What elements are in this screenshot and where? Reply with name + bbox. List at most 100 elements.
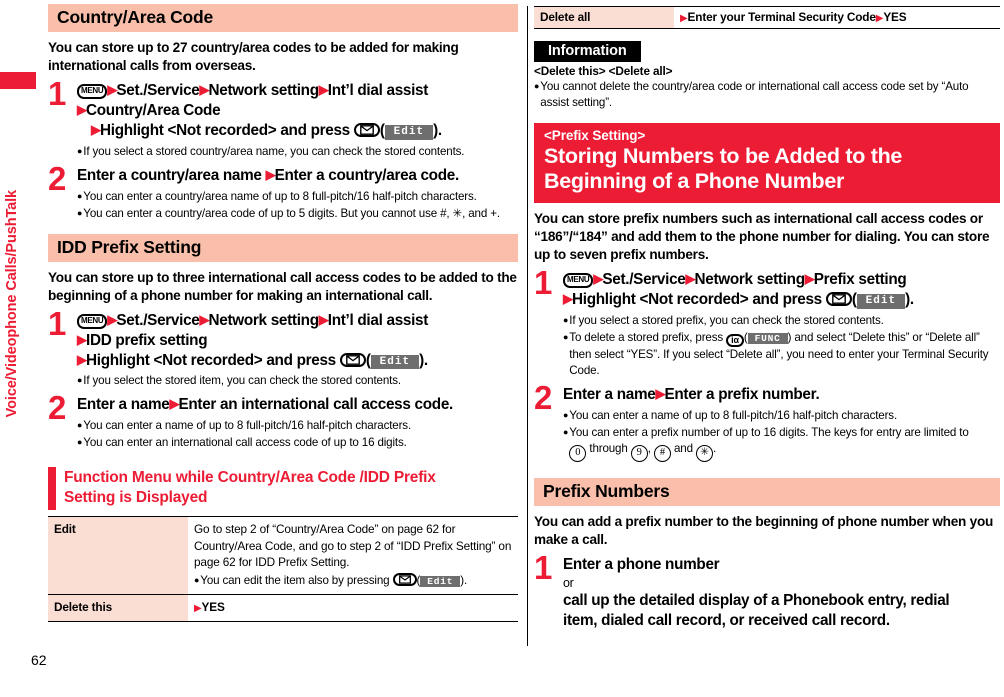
menu-path-network-setting: Network setting — [208, 82, 320, 100]
note-item: ● You can enter an international call acc… — [77, 435, 518, 451]
row-body-text: Go to step 2 of “Country/Area Code” on p… — [194, 521, 512, 570]
i-alpha-key-icon: iα — [726, 333, 744, 347]
step-instruction: Enter a name▶Enter a prefix number. — [563, 385, 1000, 405]
section-heading-prefix-numbers: Prefix Numbers — [534, 477, 1000, 506]
note-item: ● You can enter a country/area name of up… — [77, 189, 518, 205]
step-notes: ● You can enter a name of up to 8 full-pi… — [77, 418, 518, 451]
arrow-icon: ▶ — [318, 311, 329, 327]
note-text: If you select the stored item, you can c… — [83, 374, 401, 388]
note-item: ● You can edit the item also by pressing… — [194, 573, 512, 589]
heading-line-1: Function Menu while Country/Area Code /I… — [64, 469, 436, 487]
step-number: 2 — [48, 389, 67, 427]
step-2-idd-prefix: 2 Enter a name▶Enter an international ca… — [48, 391, 518, 451]
step-notes: ● You can enter a country/area name of up… — [77, 189, 518, 222]
step-instruction: Enter a phone number or call up the deta… — [563, 555, 1000, 631]
note-text: If you select a stored country/area name… — [83, 144, 465, 158]
column-divider — [527, 6, 528, 646]
key-0-icon: 0 — [569, 444, 587, 462]
softkey-func[interactable]: FUNC — [747, 332, 788, 345]
table-row: Delete all ▶Enter your Terminal Security… — [534, 6, 1000, 29]
row-label: Delete this — [48, 594, 188, 623]
right-column: Delete all ▶Enter your Terminal Security… — [534, 4, 1000, 631]
menu-path-set-service: Set./Service — [116, 82, 200, 100]
step-2-country-area-code: 2 Enter a country/area name ▶Enter a cou… — [48, 162, 518, 222]
note-item: ● You can enter a country/area code of up… — [77, 206, 518, 222]
softkey-edit[interactable]: Edit — [384, 124, 434, 140]
arrow-icon: ▶ — [77, 351, 87, 367]
step-highlight-instruction: Highlight <Not recorded> and press — [100, 121, 350, 139]
step-instruction: Enter a country/area name ▶Enter a count… — [77, 166, 518, 186]
softkey-edit[interactable]: Edit — [420, 576, 461, 588]
step-number: 1 — [534, 264, 553, 302]
function-menu-heading-text: Function Menu while Country/Area Code /I… — [64, 467, 436, 510]
mail-key-icon — [353, 122, 380, 137]
menu-path-idd-prefix-setting: IDD prefix setting — [86, 331, 208, 349]
key-9-icon: 9 — [630, 444, 648, 462]
softkey-edit[interactable]: Edit — [370, 354, 420, 370]
bullet-icon: ● — [77, 437, 83, 448]
bullet-icon: ● — [563, 314, 569, 325]
note-item: ● If you select a stored prefix, you can … — [563, 313, 1000, 329]
menu-path-network-setting: Network setting — [208, 311, 320, 329]
arrow-icon: ▶ — [804, 271, 815, 287]
row-label: Edit — [48, 515, 188, 596]
arrow-icon: ▶ — [199, 311, 210, 327]
left-column: Country/Area Code You can store up to 27… — [48, 4, 518, 623]
step-number: 1 — [48, 304, 67, 342]
step-1-idd-prefix: 1 MENU ▶Set./Service▶Network setting▶Int’… — [48, 307, 518, 390]
note-item: ● You can enter a prefix number of up to… — [563, 425, 1000, 462]
note-prefix: You can edit the item also by pressing — [200, 574, 390, 588]
step2-enter-prefix-number: Enter a prefix number. — [664, 385, 820, 403]
call-up-line-2: item, dialed call record, or received ca… — [563, 611, 890, 629]
note-text: You can enter a prefix number of up to 1… — [569, 425, 1000, 462]
information-heading: Information — [534, 41, 641, 62]
arrow-icon: ▶ — [685, 271, 696, 287]
menu-key-icon: MENU — [77, 84, 108, 100]
note-item: ● If you select a stored country/area nam… — [77, 144, 518, 160]
arrow-icon: ▶ — [563, 290, 573, 306]
note-item: ● You can enter a name of up to 8 full-pi… — [77, 418, 518, 434]
bullet-icon: ● — [563, 426, 569, 437]
menu-key-icon: MENU — [77, 313, 108, 329]
information-block: Information <Delete this> <Delete all> ●… — [534, 41, 1000, 111]
table-row: Delete this ▶YES — [48, 594, 518, 623]
bullet-icon: ● — [77, 190, 83, 201]
bullet-icon: ● — [77, 420, 83, 431]
prefix-setting-section-header: <Prefix Setting> Storing Numbers to be A… — [534, 122, 1000, 203]
row-body: Go to step 2 of “Country/Area Code” on p… — [188, 515, 518, 596]
step2-enter-name: Enter a name — [77, 396, 170, 414]
menu-path-intl-dial-assist: Int’l dial assist — [327, 311, 429, 329]
step-notes: ● You can enter a name of up to 8 full-pi… — [563, 408, 1000, 462]
step-notes: ● If you select a stored prefix, you can … — [563, 313, 1000, 379]
keys-and-label: and — [673, 441, 693, 455]
delete-all-table: Delete all ▶Enter your Terminal Security… — [534, 6, 1000, 29]
row-body: ▶YES — [188, 594, 518, 623]
arrow-icon: ▶ — [199, 82, 210, 98]
arrow-icon: ▶ — [77, 102, 87, 118]
step-instruction: MENU ▶Set./Service▶Network setting▶Int’l … — [77, 311, 429, 370]
call-up-line-1: call up the detailed display of a Phoneb… — [563, 591, 950, 609]
softkey-edit[interactable]: Edit — [856, 293, 906, 309]
bullet-icon: ● — [563, 409, 569, 420]
step2-enter-name: Enter a name — [563, 385, 656, 403]
bullet-icon: ● — [563, 331, 569, 342]
mail-key-icon — [825, 291, 852, 306]
step-instruction: MENU ▶Set./Service▶Network setting▶Int’l … — [77, 82, 442, 140]
menu-path-intl-dial-assist: Int’l dial assist — [327, 82, 429, 100]
note-text: You can edit the item also by pressing (… — [200, 573, 468, 588]
bullet-icon: ● — [534, 81, 540, 91]
step-2-prefix-setting: 2 Enter a name▶Enter a prefix number. ● Y… — [534, 381, 1000, 462]
note-item: ● You can enter a name of up to 8 full-pi… — [563, 408, 1000, 424]
section1-lead: You can store up to 27 country/area code… — [48, 40, 459, 74]
step-instruction: Enter a name▶Enter an international call… — [77, 395, 518, 415]
step-notes: ● If you select a stored country/area nam… — [77, 144, 518, 160]
arrow-icon: ▶ — [77, 331, 87, 347]
step-1-country-area-code: 1 MENU ▶Set./Service▶Network setting▶Int’… — [48, 77, 518, 160]
key-asterisk-icon: ✳ — [695, 444, 713, 462]
section-title-line-1: Storing Numbers to be Added to the — [544, 143, 903, 168]
row-value: YES — [201, 600, 225, 615]
section-heading-idd-prefix-setting: IDD Prefix Setting — [48, 233, 518, 262]
bullet-icon: ● — [77, 145, 83, 156]
row-body: ▶Enter your Terminal Security Code▶YES — [674, 6, 1000, 29]
note-item: ● To delete a stored prefix, press iα(FU… — [563, 330, 1000, 379]
